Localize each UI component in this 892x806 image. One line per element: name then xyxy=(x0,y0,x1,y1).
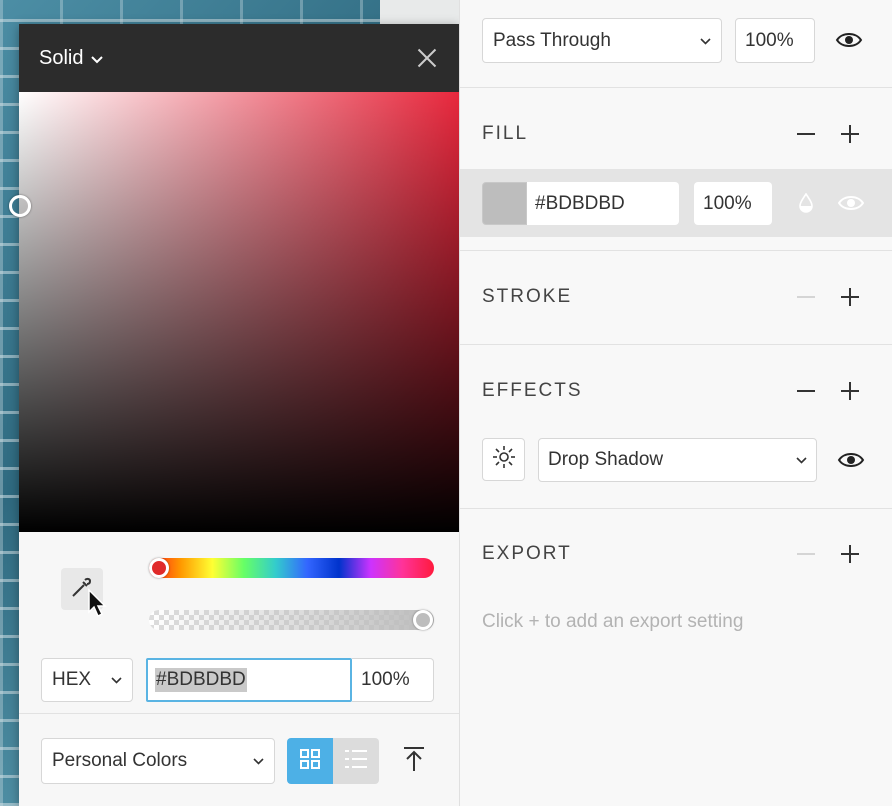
saturation-brightness-area[interactable] xyxy=(9,92,459,532)
blend-mode-label: Pass Through xyxy=(493,29,611,51)
fill-row: #BDBDBD 100% xyxy=(460,169,892,237)
picker-header: Solid xyxy=(19,24,459,92)
grid-icon xyxy=(299,748,321,775)
section-divider xyxy=(460,250,892,251)
color-format-label: HEX xyxy=(52,669,92,690)
fill-hex-value: #BDBDBD xyxy=(535,192,625,214)
fill-opacity-input[interactable]: 100% xyxy=(694,182,772,225)
chevron-down-icon xyxy=(253,754,264,768)
saturation-handle[interactable] xyxy=(9,195,31,217)
add-stroke-button[interactable] xyxy=(840,287,860,307)
slider-section: HEX #BDBDBD 100% xyxy=(19,532,459,714)
add-export-button[interactable] xyxy=(840,544,860,564)
export-hint: Click + to add an export setting xyxy=(482,611,744,632)
section-divider xyxy=(460,508,892,509)
opacity-slider[interactable] xyxy=(149,610,434,630)
inspector-panel: Pass Through 100% FILL #BDBDBD 100% STRO… xyxy=(459,0,892,806)
opacity-slider-handle[interactable] xyxy=(413,610,433,630)
layer-opacity-value: 100% xyxy=(745,29,794,51)
palette-label: Personal Colors xyxy=(52,750,188,771)
add-fill-button[interactable] xyxy=(840,124,860,144)
hex-input[interactable]: #BDBDBD xyxy=(146,658,352,702)
add-effect-button[interactable] xyxy=(840,381,860,401)
chevron-down-icon xyxy=(700,34,711,48)
hue-slider[interactable] xyxy=(149,558,434,578)
layer-row: Pass Through 100% xyxy=(460,0,892,88)
fill-opacity-value: 100% xyxy=(703,192,752,214)
fill-mode-label: Solid xyxy=(39,46,84,69)
palette-dropdown[interactable]: Personal Colors xyxy=(41,738,275,784)
layer-opacity-input[interactable]: 100% xyxy=(735,18,815,63)
eye-icon[interactable] xyxy=(837,193,865,213)
chevron-down-icon xyxy=(796,453,807,467)
remove-stroke-button[interactable] xyxy=(796,287,816,307)
list-view-button[interactable] xyxy=(333,738,379,784)
upload-palette-button[interactable] xyxy=(399,744,429,778)
list-icon xyxy=(344,748,368,775)
blend-mode-dropdown[interactable]: Pass Through xyxy=(482,18,722,63)
blend-drop-icon[interactable] xyxy=(798,192,814,218)
hue-slider-handle[interactable] xyxy=(149,558,169,578)
alpha-input-value: 100% xyxy=(361,669,410,690)
palette-view-toggle xyxy=(287,738,379,784)
sun-icon xyxy=(491,444,517,475)
stroke-section-title: STROKE xyxy=(482,286,573,307)
fill-section-title: FILL xyxy=(482,123,529,144)
eye-icon[interactable] xyxy=(837,450,865,470)
chevron-down-icon xyxy=(111,673,122,687)
alpha-input[interactable]: 100% xyxy=(352,658,434,702)
grid-view-button[interactable] xyxy=(287,738,333,784)
chevron-down-icon xyxy=(91,51,104,67)
eye-icon[interactable] xyxy=(835,30,863,50)
section-divider xyxy=(460,344,892,345)
fill-color-swatch[interactable] xyxy=(482,182,527,225)
effects-section-title: EFFECTS xyxy=(482,380,583,401)
remove-effect-button[interactable] xyxy=(796,381,816,401)
effect-type-dropdown[interactable]: Drop Shadow xyxy=(538,438,817,482)
export-section-title: EXPORT xyxy=(482,543,572,564)
effect-type-label: Drop Shadow xyxy=(548,449,664,470)
upload-icon xyxy=(403,746,425,777)
effect-settings-button[interactable] xyxy=(482,438,525,481)
hex-input-value: #BDBDBD xyxy=(155,668,247,692)
fill-mode-dropdown[interactable]: Solid xyxy=(39,46,104,70)
palette-section: Personal Colors xyxy=(19,714,459,805)
color-format-dropdown[interactable]: HEX xyxy=(41,658,133,702)
mouse-cursor-icon xyxy=(87,588,109,623)
close-icon[interactable] xyxy=(415,46,439,70)
color-picker-popup: Solid HEX #BDBDBD 100% Personal Colors xyxy=(9,24,459,806)
remove-export-button[interactable] xyxy=(796,544,816,564)
remove-fill-button[interactable] xyxy=(796,124,816,144)
fill-hex-input[interactable]: #BDBDBD xyxy=(527,182,679,225)
